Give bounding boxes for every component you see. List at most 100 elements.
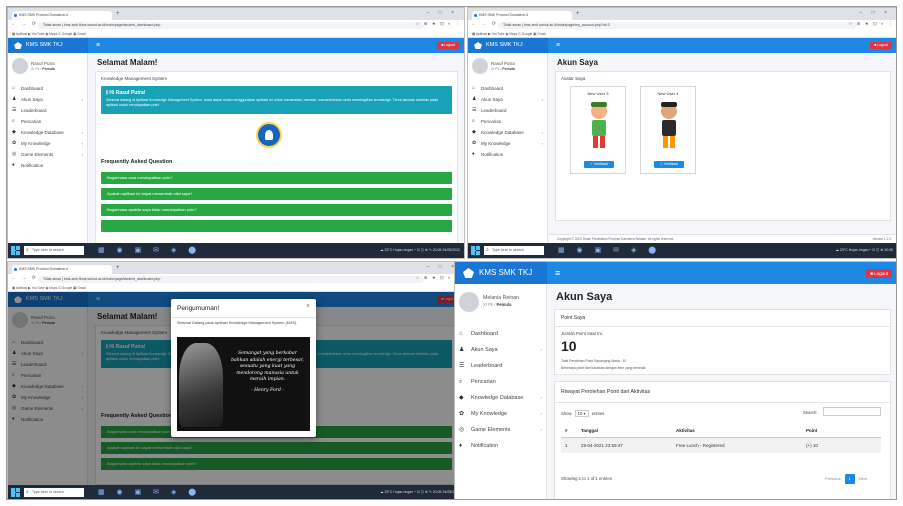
logout-button[interactable]: ■ Logout (866, 269, 892, 278)
system-tray[interactable]: ☁ 25°C Hujan ringan ^ ⊡ ◫ ⊕ ✎ 20:05 24/0… (380, 243, 460, 258)
sidebar-item-game-elements[interactable]: ◎ Game Elements ‹ (455, 422, 546, 438)
chevron-left-icon: ‹ (81, 141, 83, 146)
faq-item[interactable] (101, 220, 452, 232)
system-tray[interactable]: ☁ 25°C Hujan ringan ^ ⊡ ◫ ⊕ 20:05 (835, 243, 893, 258)
sidebar-item-akun-saya[interactable]: ♟ Akun Saya ‹ (8, 94, 87, 105)
sidebar-item-pencarian[interactable]: ⌕ Pencarian (8, 116, 87, 127)
menu-toggle-icon[interactable]: ≡ (96, 38, 100, 53)
address-input[interactable]: Tidak aman | kms-smk.sumut.ac.id/main/pa… (498, 21, 857, 29)
menu-toggle-icon[interactable]: ≡ (555, 262, 560, 284)
search-icon: ⌕ (472, 118, 475, 124)
page-1-button[interactable]: 1 (844, 474, 855, 484)
browser-tab[interactable]: KMS SMK Provinsi Sumatera U (12, 265, 112, 274)
windows-start-icon[interactable] (11, 246, 20, 255)
sidebar-item-leaderboard[interactable]: ☰ Leaderboard (8, 105, 87, 116)
flower-icon: ✿ (472, 140, 477, 146)
taskbar-apps-icon[interactable]: ▦ ◉ ▣ ✉ ◈ ⬤ (98, 488, 201, 497)
sidebar-item-my-knowledge[interactable]: ✿ My Knowledge ‹ (468, 138, 547, 149)
database-icon: ◆ (472, 129, 476, 135)
sidebar-item-knowledge-database[interactable]: ◆ Knowledge Database ‹ (455, 390, 546, 406)
avatar-label: New User 4 (657, 91, 679, 96)
bookmarks-bar[interactable]: ▦ Aplikasi ▶ YouTube ◉ Maps G Google ▣ G… (8, 30, 464, 38)
tab-title: KMS SMK Provinsi Sumatera U (479, 13, 529, 17)
system-tray[interactable]: ☁ 25°C Hujan ringan ^ ⊡ ◫ ⊕ ✎ 20:05 24/0… (380, 485, 460, 499)
sidebar-item-notification[interactable]: ♦ Notification (8, 160, 87, 171)
sidebar-item-pencarian[interactable]: ⌕ Pencarian (455, 374, 546, 390)
column-header[interactable]: Point (802, 424, 881, 438)
verify-button[interactable]: ✓ Verifikasi (584, 161, 614, 168)
browser-tab[interactable]: KMS SMK Provinsi Sumatera U (472, 11, 572, 20)
nav-arrows-icon[interactable]: ← → ⟳ (11, 21, 38, 27)
faq-item[interactable]: Apakah aplikasi ini dapat menambah nilai… (101, 188, 452, 200)
close-icon[interactable]: × (306, 303, 310, 310)
faq-item[interactable]: Bagaimana cara mendapatkan poin? (101, 172, 452, 184)
browser-tab[interactable]: KMS SMK Provinsi Sumatera U (12, 11, 112, 20)
sidebar-item-game-elements[interactable]: ◎ Game Elements ‹ (8, 149, 87, 160)
extension-icons[interactable]: ☆ ⊕ ★ ⊡ ◐ ⋮ (415, 21, 461, 27)
address-input[interactable]: Tidak aman | kms-smk.fkms.sumut.ac.id/ma… (38, 21, 424, 29)
column-header[interactable]: # (561, 424, 577, 438)
bookmarks-bar[interactable]: ▦ Aplikasi ▶ YouTube ◉ Maps G Google ▣ G… (8, 284, 464, 292)
sidebar-item-leaderboard[interactable]: ☰ Leaderboard (455, 358, 546, 374)
nav-arrows-icon[interactable]: ← → ⟳ (471, 21, 498, 27)
sidebar-item-knowledge-database[interactable]: ◆ Knowledge Database ‹ (8, 127, 87, 138)
sidebar-item-akun-saya[interactable]: ♟ Akun Saya ‹ (455, 342, 546, 358)
window-controls[interactable]: – □ × (427, 10, 459, 16)
faq-item[interactable]: Bagaimana apabila saya tidak mendapatkan… (101, 204, 452, 216)
logout-button[interactable]: ■ Logout (870, 42, 892, 49)
prev-page-button[interactable]: Previous (825, 476, 841, 481)
sidebar-item-notification[interactable]: ♦ Notification (468, 149, 547, 160)
new-tab-button[interactable]: + (116, 265, 120, 271)
sidebar-item-notification[interactable]: ♦ Notification (455, 438, 546, 454)
app-brand[interactable]: KMS SMK TKJ (8, 38, 88, 53)
nav-arrows-icon[interactable]: ← → ⟳ (11, 275, 38, 281)
sidebar-item-my-knowledge[interactable]: ✿ My Knowledge ‹ (8, 138, 87, 149)
alert-title: ℹ Hi Rasuf Putra! (106, 90, 146, 96)
search-input[interactable] (823, 407, 881, 416)
points-lifetime-note: Total Perolehan Point Sepanjang Masa : 1… (561, 359, 627, 363)
bookmarks-bar[interactable]: ▦ Aplikasi ▶ YouTube ◉ Maps G Google ▣ G… (468, 30, 896, 38)
taskbar-search-input[interactable]: Type here to search (24, 246, 84, 255)
taskbar-apps-icon[interactable]: ▦ ◉ ▣ ✉ ◈ ⬤ (98, 246, 201, 255)
main-content: Akun Saya Avatar Saya New User 3 ✓ Verif… (549, 53, 896, 234)
app-brand[interactable]: KMS SMK TKJ (455, 262, 547, 284)
sidebar-item-leaderboard[interactable]: ☰ Leaderboard (468, 105, 547, 116)
sidebar-item-dashboard[interactable]: ⌂ Dashboard (468, 83, 547, 94)
avatar-option-card[interactable]: New User 3 ✓ Verifikasi (570, 86, 626, 174)
app-brand[interactable]: KMS SMK TKJ (468, 38, 548, 53)
new-tab-button[interactable]: + (576, 11, 580, 17)
show-entries-control: Show 10 ▾ entries (561, 410, 605, 417)
new-tab-button[interactable]: + (116, 11, 120, 17)
windows-start-icon[interactable] (11, 488, 20, 497)
column-header[interactable]: Aktivitas (672, 424, 802, 438)
quote-author: - Henry Ford - (251, 387, 284, 393)
menu-toggle-icon[interactable]: ≡ (556, 38, 560, 53)
sidebar-item-dashboard[interactable]: ⌂ Dashboard (455, 326, 546, 342)
card-subtitle: Knowledge Management System (101, 76, 168, 81)
flower-icon: ✿ (12, 140, 17, 146)
taskbar-apps-icon[interactable]: ▦ ◉ ▣ ✉ ◈ ⬤ (558, 246, 661, 255)
window-controls[interactable]: – □ × (860, 10, 892, 16)
sidebar-item-knowledge-database[interactable]: ◆ Knowledge Database ‹ (468, 127, 547, 138)
home-icon: ⌂ (472, 85, 476, 91)
user-icon: ♟ (472, 96, 477, 102)
next-page-button[interactable]: Next (859, 476, 867, 481)
windows-start-icon[interactable] (471, 246, 480, 255)
avatar-option-card[interactable]: New User 4 ✓ Verifikasi (640, 86, 696, 174)
bell-icon: ♦ (472, 151, 475, 157)
table-header-row: # Tanggal Aktivitas Point (561, 424, 881, 438)
taskbar-search-input[interactable]: Type here to search (24, 488, 84, 497)
entries-select[interactable]: 10 ▾ (574, 410, 589, 417)
address-input[interactable]: Tidak aman | kms-smk.fkms.sumut.ac.id/ma… (38, 275, 424, 283)
column-header[interactable]: Tanggal (577, 424, 672, 438)
sidebar-item-pencarian[interactable]: ⌕ Pencarian (468, 116, 547, 127)
sidebar-item-my-knowledge[interactable]: ✿ My Knowledge ‹ (455, 406, 546, 422)
logout-button[interactable]: ■ Logout (437, 42, 459, 49)
sidebar-item-akun-saya[interactable]: ♟ Akun Saya ‹ (468, 94, 547, 105)
sidebar-item-dashboard[interactable]: ⌂ Dashboard (8, 83, 87, 94)
extension-icons[interactable]: ☆ ⊕ ★ ⊡ ◐ ⋮ (848, 21, 894, 27)
verify-button[interactable]: ✓ Verifikasi (654, 161, 684, 168)
taskbar-search-input[interactable]: Type here to search (484, 246, 544, 255)
sidebar: Rasuf Putra XI Pk / Pemula ⌂ Dashboard ♟ A… (468, 53, 548, 243)
panel-dashboard: KMS SMK Provinsi Sumatera U + – □ × ← → … (7, 7, 465, 259)
